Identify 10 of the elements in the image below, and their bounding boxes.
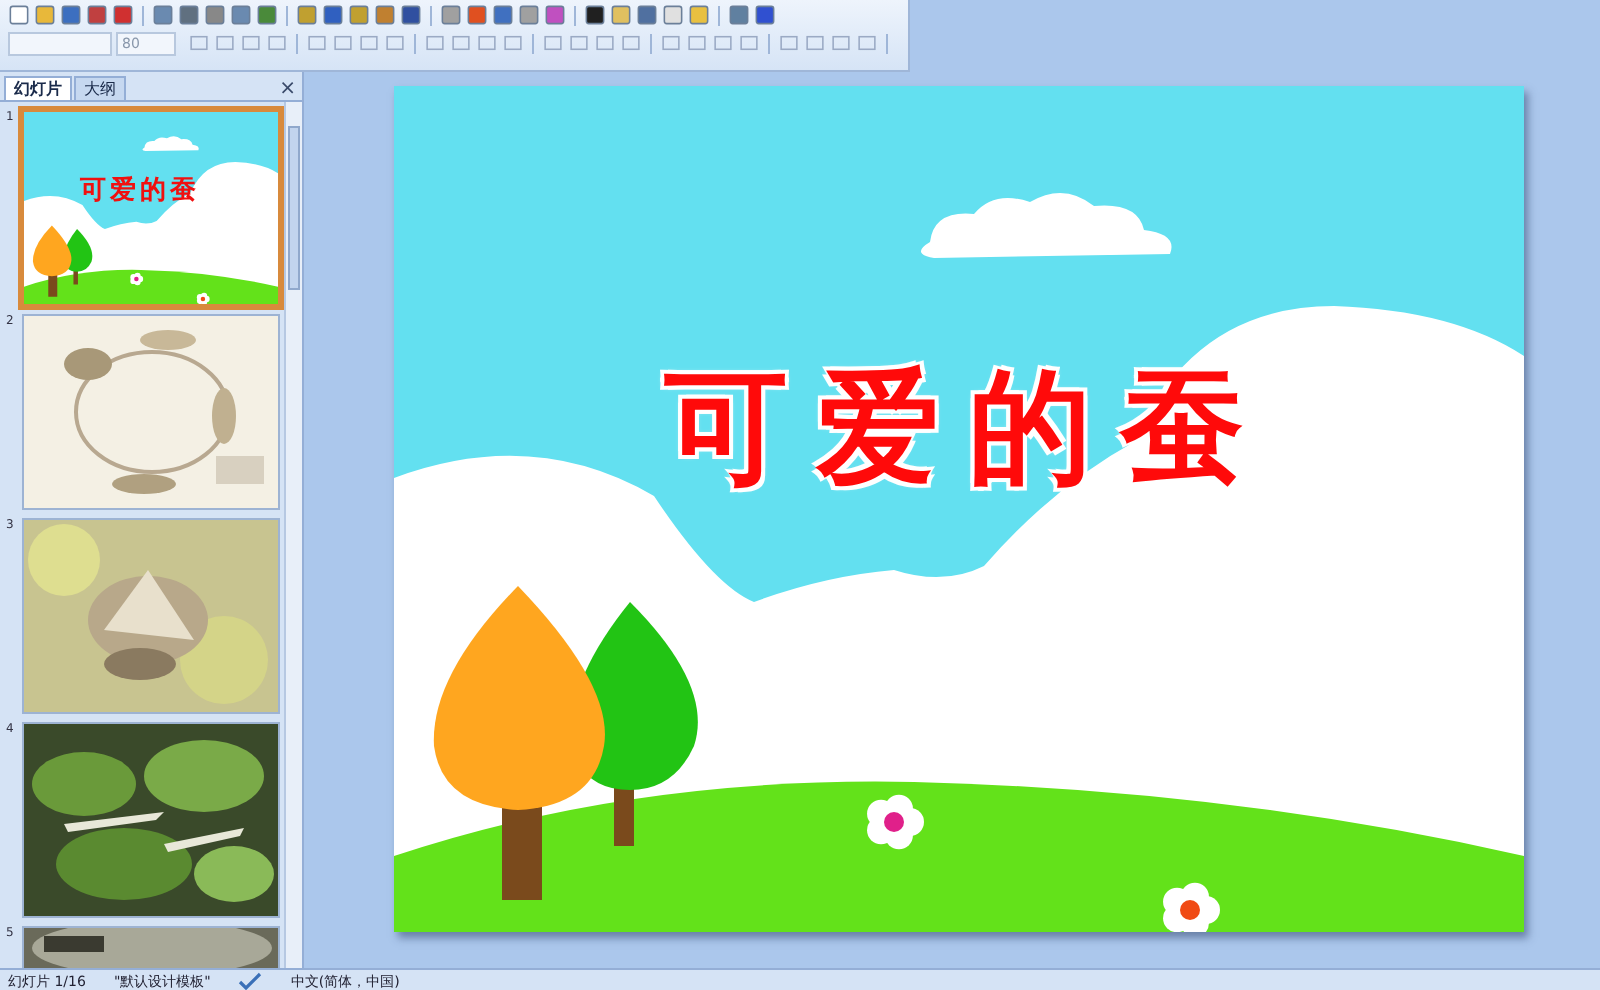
close-button[interactable]: × [279, 78, 302, 100]
toolbar-icon[interactable] [400, 4, 422, 26]
slide-title: 可爱的蚕 [664, 366, 1272, 490]
toolbar-icon[interactable] [584, 4, 606, 26]
scrollbar[interactable] [284, 102, 302, 968]
font-field[interactable] [8, 31, 112, 55]
panel-tab[interactable]: 大纲 [74, 76, 126, 100]
spellcheck-icon[interactable] [238, 971, 263, 990]
toolbar-icon[interactable] [754, 4, 776, 26]
panel-tab[interactable]: 幻灯片 [4, 76, 72, 100]
